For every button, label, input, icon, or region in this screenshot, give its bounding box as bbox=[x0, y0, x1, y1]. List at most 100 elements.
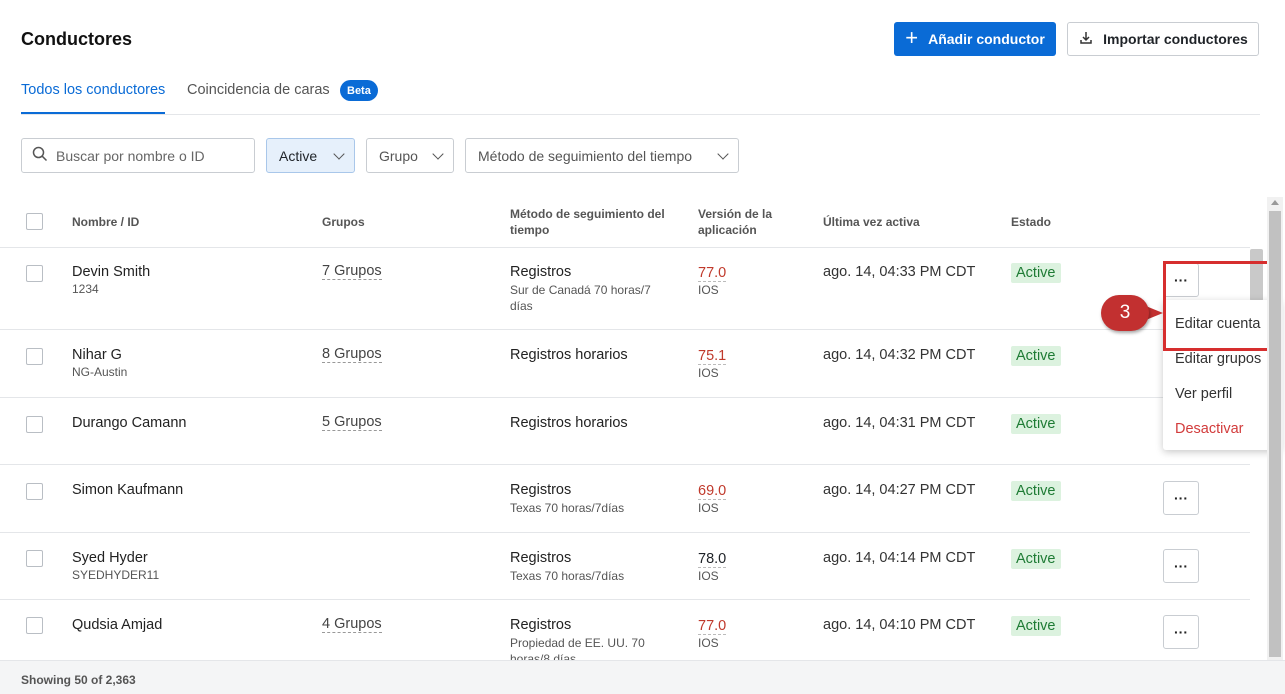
table-row[interactable]: Durango Camann 5 Grupos Registros horari… bbox=[0, 398, 1250, 465]
menu-edit-groups[interactable]: Editar grupos bbox=[1175, 351, 1261, 367]
group-filter[interactable]: Grupo bbox=[366, 138, 454, 173]
table-header: Nombre / ID Grupos Método de seguimiento… bbox=[0, 196, 1250, 248]
page-scrollbar[interactable] bbox=[1267, 197, 1283, 660]
driver-groups[interactable]: 5 Grupos bbox=[322, 414, 382, 431]
status-filter[interactable]: Active bbox=[266, 138, 355, 173]
row-checkbox[interactable] bbox=[26, 550, 43, 567]
chevron-down-icon bbox=[432, 147, 444, 160]
driver-groups[interactable]: 4 Grupos bbox=[322, 616, 382, 633]
driver-id: NG-Austin bbox=[72, 365, 128, 379]
results-count: Showing 50 of 2,363 bbox=[21, 673, 136, 687]
table-row[interactable]: Devin Smith 1234 7 Grupos Registros Sur … bbox=[0, 249, 1250, 330]
table-row[interactable]: Syed Hyder SYEDHYDER11 Registros Texas 7… bbox=[0, 533, 1250, 600]
driver-name[interactable]: Devin Smith bbox=[72, 264, 150, 280]
app-os: IOS bbox=[698, 636, 719, 650]
app-os: IOS bbox=[698, 366, 719, 380]
app-version[interactable]: 69.0 bbox=[698, 483, 727, 500]
driver-name[interactable]: Qudsia Amjad bbox=[72, 617, 162, 633]
chevron-down-icon bbox=[333, 147, 345, 160]
row-checkbox[interactable] bbox=[26, 416, 43, 433]
tracking-rule: Sur de Canadá 70 horas/7 días bbox=[510, 283, 651, 313]
column-version[interactable]: Versión de la aplicación bbox=[698, 206, 786, 238]
column-name[interactable]: Nombre / ID bbox=[72, 214, 139, 230]
menu-deactivate[interactable]: Desactivar bbox=[1175, 421, 1244, 437]
chevron-down-icon bbox=[717, 147, 729, 160]
app-version[interactable]: 78.0 bbox=[698, 551, 727, 568]
status-badge: Active bbox=[1011, 481, 1061, 501]
app-os: IOS bbox=[698, 569, 719, 583]
tracking-rule: Texas 70 horas/7días bbox=[510, 569, 625, 583]
callout-badge: 3 bbox=[1101, 295, 1149, 331]
import-icon bbox=[1078, 30, 1094, 49]
row-checkbox[interactable] bbox=[26, 617, 43, 634]
search-box[interactable] bbox=[21, 138, 255, 173]
driver-name[interactable]: Nihar G bbox=[72, 347, 127, 363]
tab-bar: Todos los conductores Coincidencia de ca… bbox=[21, 80, 1260, 115]
table-footer: Showing 50 of 2,363 bbox=[0, 660, 1285, 694]
driver-id: 1234 bbox=[72, 282, 99, 296]
last-active: ago. 14, 04:33 PM CDT bbox=[823, 264, 976, 280]
tab-all-drivers[interactable]: Todos los conductores bbox=[21, 82, 166, 114]
tracking-method: Registros bbox=[510, 617, 572, 633]
driver-name[interactable]: Syed Hyder bbox=[72, 550, 159, 566]
method-filter[interactable]: Método de seguimiento del tiempo bbox=[465, 138, 739, 173]
method-filter-label: Método de seguimiento del tiempo bbox=[478, 147, 693, 164]
driver-id: SYEDHYDER11 bbox=[72, 568, 160, 582]
search-input[interactable] bbox=[56, 147, 236, 164]
import-drivers-button[interactable]: Importar conductores bbox=[1067, 22, 1259, 56]
annotation-highlight-box bbox=[1163, 261, 1272, 351]
table-row[interactable]: Simon Kaufmann Registros Texas 70 horas/… bbox=[0, 465, 1250, 533]
column-last-active[interactable]: Última vez activa bbox=[823, 214, 920, 230]
last-active: ago. 14, 04:32 PM CDT bbox=[823, 347, 976, 363]
tracking-method: Registros horarios bbox=[510, 415, 628, 431]
more-actions-button[interactable]: ··· bbox=[1163, 615, 1199, 649]
app-os: IOS bbox=[698, 501, 719, 515]
plus-icon: + bbox=[905, 25, 919, 50]
more-actions-button[interactable]: ··· bbox=[1163, 549, 1199, 583]
tracking-method: Registros bbox=[510, 550, 572, 566]
callout-number: 3 bbox=[1119, 302, 1131, 323]
column-groups[interactable]: Grupos bbox=[322, 214, 365, 230]
app-os: IOS bbox=[698, 283, 719, 297]
group-filter-label: Grupo bbox=[379, 147, 418, 164]
status-badge: Active bbox=[1011, 346, 1061, 366]
row-checkbox[interactable] bbox=[26, 348, 43, 365]
drivers-page: Conductores + Añadir conductor Importar … bbox=[0, 0, 1285, 694]
row-checkbox[interactable] bbox=[26, 483, 43, 500]
tracking-rule: Texas 70 horas/7días bbox=[510, 501, 625, 515]
scroll-up-arrow-icon[interactable] bbox=[1271, 200, 1279, 205]
menu-view-profile[interactable]: Ver perfil bbox=[1175, 386, 1232, 402]
app-version[interactable]: 77.0 bbox=[698, 265, 727, 282]
table-row[interactable]: Nihar G NG-Austin 8 Grupos Registros hor… bbox=[0, 330, 1250, 398]
search-icon bbox=[32, 146, 48, 165]
row-checkbox[interactable] bbox=[26, 265, 43, 282]
tab-face-matching[interactable]: Coincidencia de caras bbox=[187, 82, 330, 98]
column-status[interactable]: Estado bbox=[1011, 214, 1051, 230]
status-badge: Active bbox=[1011, 263, 1061, 283]
app-version[interactable]: 75.1 bbox=[698, 348, 727, 365]
app-version[interactable]: 77.0 bbox=[698, 618, 727, 635]
last-active: ago. 14, 04:10 PM CDT bbox=[823, 617, 976, 633]
status-badge: Active bbox=[1011, 414, 1061, 434]
import-drivers-label: Importar conductores bbox=[1103, 31, 1248, 47]
last-active: ago. 14, 04:14 PM CDT bbox=[823, 550, 976, 566]
tracking-method: Registros bbox=[510, 482, 572, 498]
add-driver-button[interactable]: + Añadir conductor bbox=[894, 22, 1056, 56]
driver-name[interactable]: Durango Camann bbox=[72, 415, 186, 431]
column-method[interactable]: Método de seguimiento del tiempo bbox=[510, 206, 680, 238]
tracking-method: Registros bbox=[510, 264, 572, 280]
status-badge: Active bbox=[1011, 549, 1061, 569]
status-badge: Active bbox=[1011, 616, 1061, 636]
beta-badge: Beta bbox=[340, 80, 378, 101]
table-row[interactable]: Qudsia Amjad 4 Grupos Registros Propieda… bbox=[0, 600, 1250, 666]
driver-name[interactable]: Simon Kaufmann bbox=[72, 482, 183, 498]
more-actions-button[interactable]: ··· bbox=[1163, 481, 1199, 515]
page-scrollbar-thumb[interactable] bbox=[1269, 211, 1281, 657]
driver-groups[interactable]: 8 Grupos bbox=[322, 346, 382, 363]
driver-groups[interactable]: 7 Grupos bbox=[322, 263, 382, 280]
select-all-checkbox[interactable] bbox=[26, 213, 43, 230]
last-active: ago. 14, 04:31 PM CDT bbox=[823, 415, 976, 431]
last-active: ago. 14, 04:27 PM CDT bbox=[823, 482, 976, 498]
tracking-method: Registros horarios bbox=[510, 347, 628, 363]
add-driver-label: Añadir conductor bbox=[928, 31, 1045, 47]
